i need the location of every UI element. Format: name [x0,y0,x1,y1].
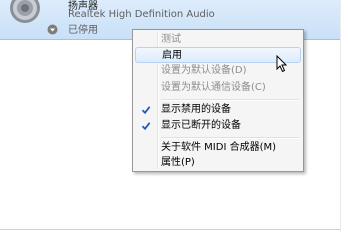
menu-item-label: 属性(P) [161,157,195,168]
menu-item-label: 测试 [161,34,181,45]
menu-item-set-default-comm-device[interactable]: 设置为默认通信设备(C) [135,80,301,96]
context-menu: 测试 启用 设置为默认设备(D) 设置为默认通信设备(C) 显示禁用的设备 显示… [132,29,304,172]
menu-item-label: 关于软件 MIDI 合成器(M) [161,142,277,153]
menu-separator [161,137,299,139]
mouse-cursor-icon [276,55,288,73]
menu-item-test[interactable]: 测试 [135,32,301,48]
menu-item-about-midi-synth[interactable]: 关于软件 MIDI 合成器(M) [135,140,301,156]
menu-separator [161,99,299,101]
menu-item-label: 设置为默认设备(D) [161,65,247,76]
menu-item-label: 显示已断开的设备 [161,120,241,131]
disabled-arrow-icon [47,24,58,35]
sound-panel: 扬声器 Realtek High Definition Audio 已停用 测试… [0,0,348,232]
menu-item-show-disabled-devices[interactable]: 显示禁用的设备 [135,102,301,118]
menu-item-label: 设置为默认通信设备(C) [161,82,266,93]
speaker-icon [10,0,40,23]
list-bottom-border [0,229,340,230]
vertical-scrollbar[interactable] [340,0,348,232]
menu-item-show-disconnected-devices[interactable]: 显示已断开的设备 [135,118,301,134]
device-status: 已停用 [68,25,98,36]
menu-item-label: 显示禁用的设备 [161,104,231,115]
checkmark-icon [141,106,151,115]
checkmark-icon [141,122,151,131]
menu-item-properties[interactable]: 属性(P) [135,155,301,171]
device-description: Realtek High Definition Audio [68,9,215,20]
menu-item-label: 启用 [162,50,182,61]
